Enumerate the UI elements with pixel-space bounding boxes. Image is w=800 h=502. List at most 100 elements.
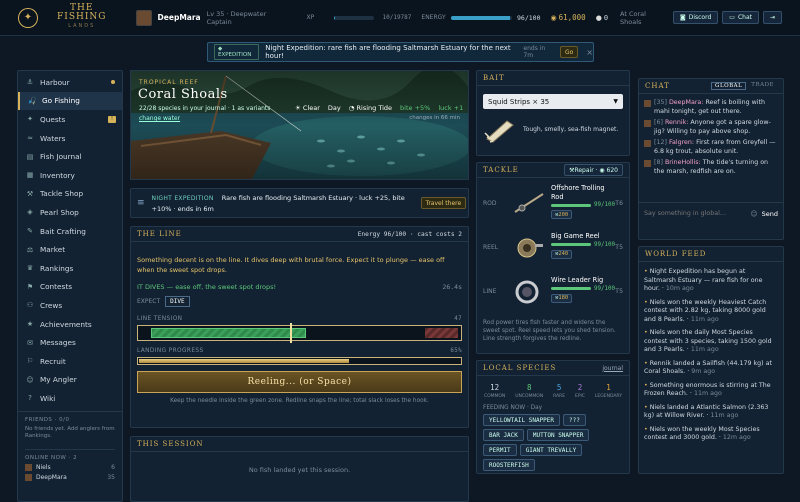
feeding-fish-tag[interactable]: YELLOWTAIL SNAPPER	[483, 414, 561, 426]
night-label: NIGHT EXPEDITION	[151, 194, 214, 202]
sidebar-item-rankings[interactable]: ♛ Rankings	[18, 259, 122, 278]
pearl-amount: 0	[603, 13, 609, 22]
online-player-level: 6	[111, 463, 115, 471]
expedition-tag: ◆ EXPEDITION	[214, 44, 260, 60]
tide-changes: changes in 66 min	[409, 115, 460, 121]
send-button[interactable]: Send	[762, 210, 778, 218]
chat-input[interactable]	[644, 210, 747, 217]
xp-bar	[334, 15, 374, 20]
bait-select[interactable]: Squid Strips × 35 ▼	[483, 94, 623, 109]
sidebar-item-go-fishing[interactable]: 🎣 Go Fishing	[18, 91, 122, 111]
sidebar-item-contests[interactable]: ⚑ Contests	[18, 278, 122, 297]
nav-icon: ⚐	[26, 357, 34, 366]
sidebar-item-recruit[interactable]: ⚐ Recruit	[18, 352, 122, 371]
sidebar-item-label: Go Fishing	[42, 96, 80, 106]
feeding-fish-tag[interactable]: GIANT TREVALLY	[519, 444, 583, 456]
species-count-uncommon: 8 UNCOMMON	[515, 383, 543, 399]
close-icon[interactable]: ×	[586, 48, 593, 57]
feeding-fish-tag[interactable]: BAR JACK	[483, 429, 524, 441]
weather-label: Clear	[302, 104, 320, 112]
chat-username[interactable]: Rennik:	[665, 119, 688, 126]
notification-dot	[111, 80, 115, 85]
player-name[interactable]: DeepMara	[158, 13, 201, 22]
repair-gear-button[interactable]: ⚒ 240	[551, 249, 573, 259]
sidebar-item-waters[interactable]: ≈ Waters	[18, 129, 122, 148]
chat-username[interactable]: DeepMara:	[669, 99, 703, 106]
feed-time: 11m ago	[690, 346, 719, 353]
emoji-icon[interactable]: ☺	[750, 210, 757, 218]
avatar	[644, 120, 651, 127]
sidebar-item-harbour[interactable]: ⚓ Harbour	[18, 73, 122, 92]
sidebar-item-wiki[interactable]: ? Wiki	[18, 389, 122, 408]
line-timer: 26.4s	[442, 283, 462, 291]
line-status-row: IT DIVES — ease off, the sweet spot drop…	[131, 275, 468, 291]
journal-link[interactable]: journal	[602, 365, 623, 372]
bait-desc: Tough, smelly, sea-fish magnet.	[523, 125, 619, 133]
durability-bar	[551, 243, 591, 247]
feeding-fish-tag[interactable]: ROOSTERFISH	[483, 459, 535, 471]
chat-message: [8] BrineHollis: The tide's turning on t…	[644, 159, 778, 176]
tackle-panel: TACKLE ⚒ Repair · ◉ 620 ROD Offshore Trol…	[476, 162, 630, 354]
feeding-fish-tag[interactable]: PERMIT	[483, 444, 517, 456]
player-avatar[interactable]	[135, 9, 152, 26]
species-count-number: 2	[577, 383, 583, 392]
feeding-fish-tag[interactable]: ???	[563, 414, 586, 426]
sidebar-item-pearl-shop[interactable]: ◈ Pearl Shop	[18, 203, 122, 222]
sidebar-item-quests[interactable]: ✦ Quests!	[18, 110, 122, 129]
tackle-reel[interactable]: REEL Big Game Reel 99/100 ⚒ 240 T5	[477, 225, 629, 269]
tab-global[interactable]: GLOBAL	[711, 82, 747, 90]
online-player[interactable]: Niels 6	[25, 463, 115, 471]
travel-there-button[interactable]: Travel there	[420, 197, 467, 209]
tab-trade[interactable]: TRADE	[748, 82, 777, 90]
tackle-line[interactable]: LINE Wire Leader Rig 99/100 ⚒ 180 T5	[477, 269, 629, 313]
species-title: LOCAL SPECIES	[483, 364, 557, 372]
tackle-rod[interactable]: ROD Offshore Trolling Rod 99/100 ⚒ 200 T6	[477, 181, 629, 225]
reel-button[interactable]: Reeling... (or Space)	[137, 371, 462, 393]
sidebar-item-tackle-shop[interactable]: ⚒ Tackle Shop	[18, 185, 122, 204]
night-text-wrap: NIGHT EXPEDITION Rare fish are flooding …	[152, 193, 416, 214]
expedition-go-button[interactable]: Go	[559, 46, 579, 58]
brand[interactable]: THE FISHING LANDS	[44, 4, 120, 31]
gear-name: Big Game Reel	[551, 232, 600, 241]
bait-info: Tough, smelly, sea-fish magnet.	[483, 115, 623, 143]
repair-button[interactable]: ⚒ Repair · ◉ 620	[564, 164, 623, 176]
online-list: Niels 6 DeepMara 35	[25, 463, 115, 481]
chat-username[interactable]: Falgren:	[669, 139, 694, 146]
sidebar-item-messages[interactable]: ✉ Messages	[18, 333, 122, 352]
sidebar-item-market[interactable]: ⚖ Market	[18, 240, 122, 259]
sidebar-item-bait-crafting[interactable]: ✎ Bait Crafting	[18, 222, 122, 241]
line-story: Something decent is on the line. It dive…	[137, 256, 445, 274]
repair-cost: 180	[558, 295, 569, 302]
feed-text: Night Expedition has begun at Saltmarsh …	[644, 268, 763, 292]
sidebar-item-achievements[interactable]: ★ Achievements	[18, 315, 122, 334]
feeding-fish-tag[interactable]: MUTTON SNAPPER	[526, 429, 590, 441]
sidebar-item-my-angler[interactable]: ☺ My Angler	[18, 371, 122, 390]
line-hint: Keep the needle inside the green zone. R…	[170, 398, 429, 404]
player-level: Lv 35 · Deepwater Captain	[206, 9, 267, 26]
line-energy: Energy 96/100 · cast costs 2	[357, 230, 462, 238]
online-player[interactable]: DeepMara 35	[25, 473, 115, 481]
species-count-label: RARE	[553, 394, 566, 399]
change-water-link[interactable]: change water	[139, 115, 180, 122]
scene-species: 22/28 species in your journal · 1 as var…	[139, 105, 271, 112]
chat-message-body: [35] DeepMara: Reef is boiling with mahi…	[654, 99, 778, 116]
sidebar-item-label: Market	[40, 245, 66, 255]
repair-cost: 240	[558, 251, 569, 258]
progress-label-row: LANDING PROGRESS 65%	[131, 341, 468, 354]
online-player-name: Niels	[36, 463, 51, 471]
sidebar-item-crews[interactable]: ⚇ Crews	[18, 296, 122, 315]
sidebar-item-fish-journal[interactable]: ▤ Fish Journal	[18, 147, 122, 166]
tension-meter[interactable]	[137, 323, 462, 343]
chat-username[interactable]: BrineHollis:	[665, 159, 701, 166]
sidebar-item-label: Rankings	[40, 263, 74, 273]
sidebar-item-label: Quests	[40, 114, 66, 124]
sidebar-item-inventory[interactable]: ▦ Inventory	[18, 166, 122, 185]
chat-button[interactable]: ▭ Chat	[722, 11, 759, 24]
repair-gear-button[interactable]: ⚒ 200	[551, 210, 573, 219]
compass-logo-icon[interactable]: ✦	[18, 7, 38, 28]
logout-button[interactable]: ⇥	[762, 11, 783, 24]
discord-button[interactable]: ◙ Discord	[672, 11, 719, 24]
online-player-name: DeepMara	[36, 473, 67, 481]
session-title: THIS SESSION	[137, 440, 204, 448]
repair-gear-button[interactable]: ⚒ 180	[551, 293, 573, 303]
